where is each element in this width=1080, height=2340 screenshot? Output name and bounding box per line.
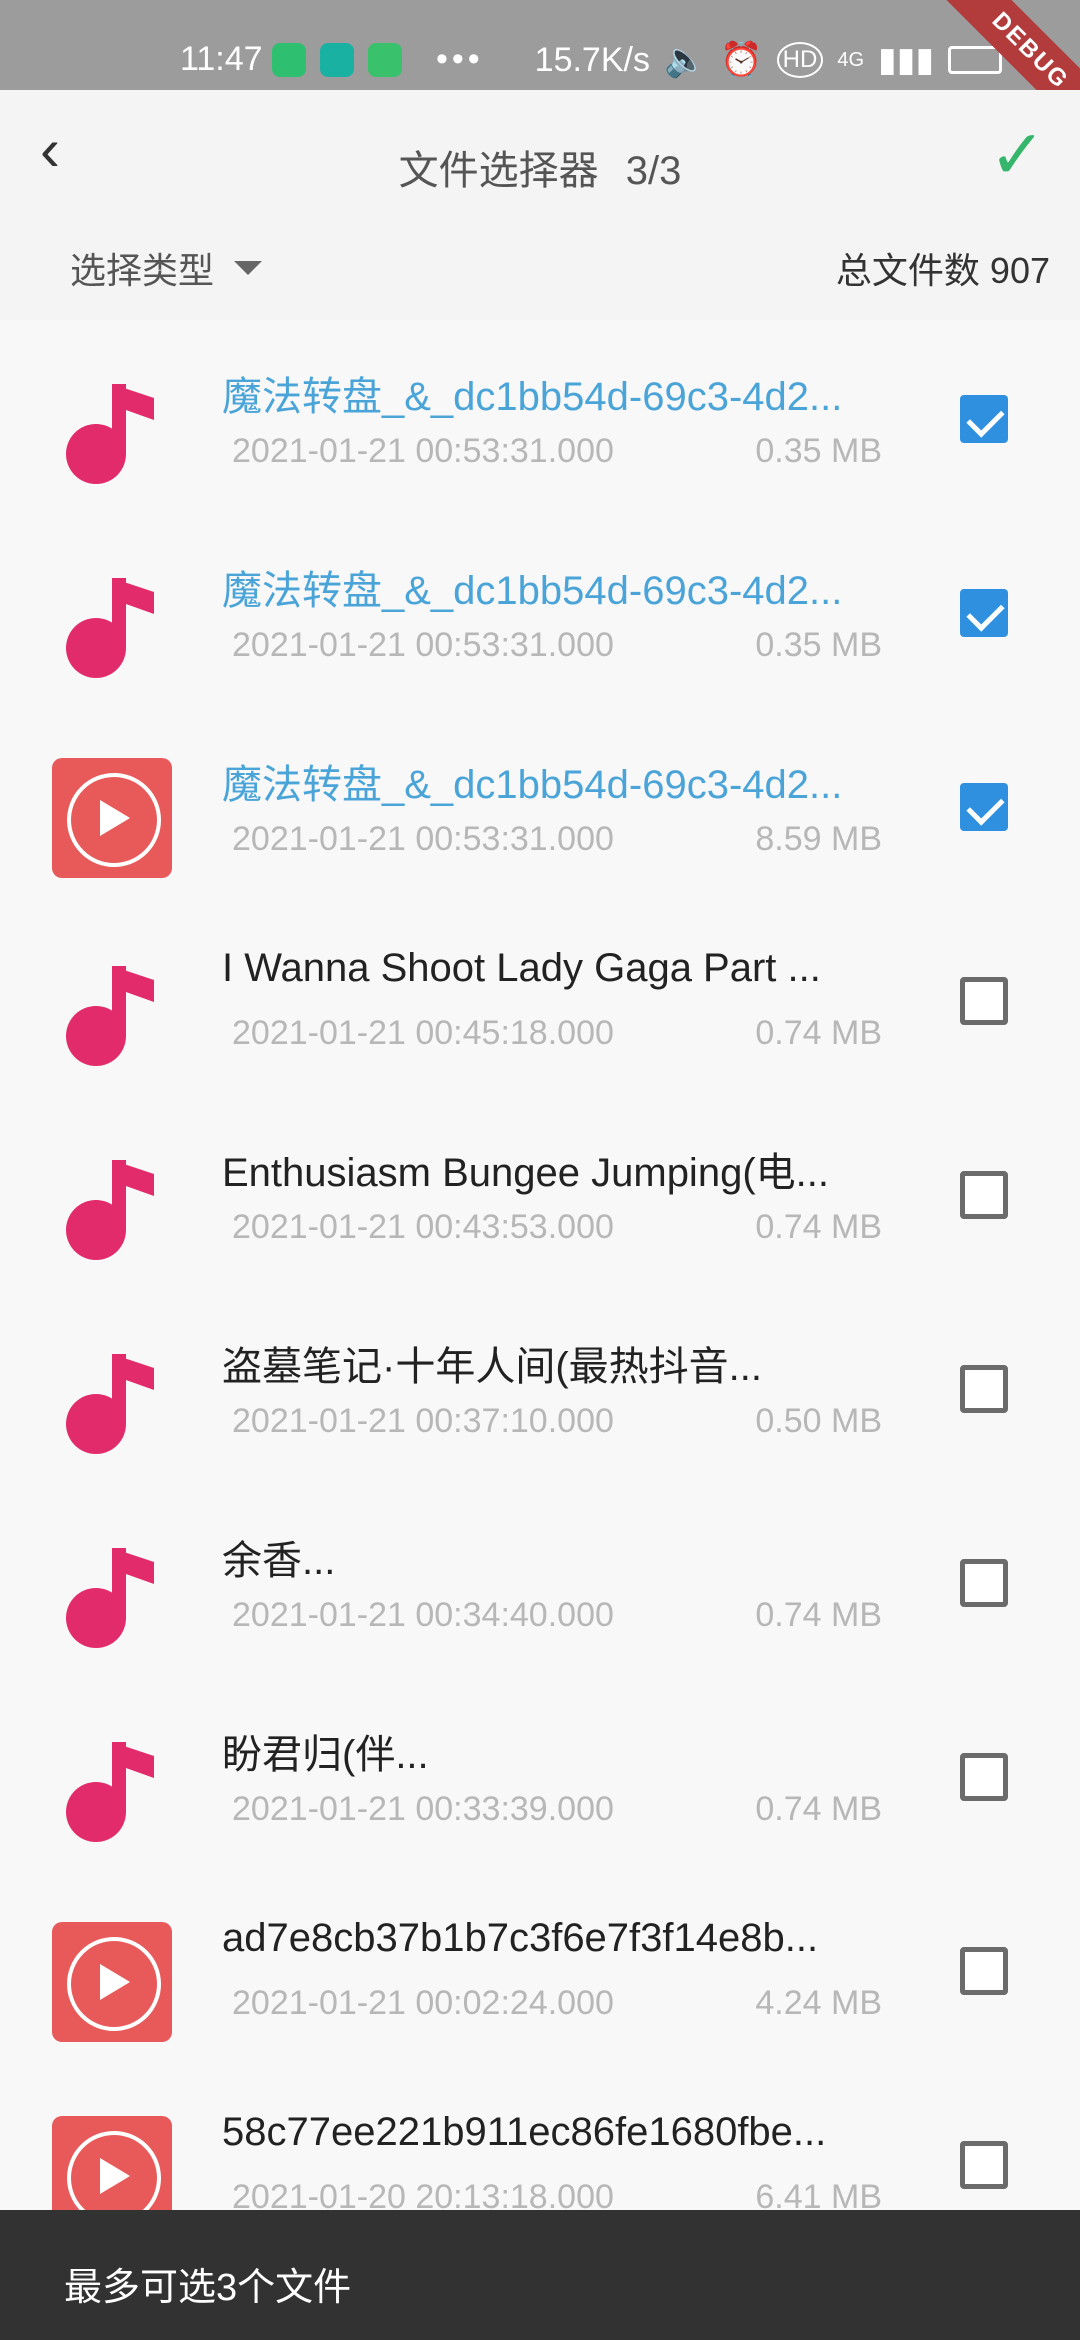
list-item[interactable]: 盗墓笔记·十年人间(最热抖音... 2021-01-21 00:37:10.000… <box>0 1290 1080 1484</box>
volume-icon: 🔈 <box>663 41 707 79</box>
file-date: 2021-01-21 00:37:10.000 <box>232 1402 614 1440</box>
page-title: 文件选择器 3/3 <box>0 138 1080 196</box>
status-right: 15.7K/s 🔈 ⏰ HD 4G ▮▮▮ 53 <box>535 40 1054 80</box>
file-size: 0.35 MB <box>755 626 882 664</box>
network-type: 4G <box>837 48 865 71</box>
file-checkbox[interactable] <box>960 1365 1008 1413</box>
file-date: 2021-01-21 00:45:18.000 <box>232 1014 614 1052</box>
selection-count: 3/3 <box>625 149 682 193</box>
file-size: 0.50 MB <box>755 1402 882 1440</box>
alarm-icon: ⏰ <box>720 41 763 79</box>
file-date: 2021-01-21 00:43:53.000 <box>232 1208 614 1246</box>
total-label: 总文件数 <box>835 250 980 291</box>
file-size: 8.59 MB <box>755 820 882 858</box>
dropdown-caret-icon <box>234 261 263 275</box>
total-files: 总文件数 907 <box>836 242 1050 294</box>
file-date: 2021-01-21 00:33:39.000 <box>232 1790 614 1828</box>
file-date: 2021-01-21 00:53:31.000 <box>232 626 614 664</box>
music-note-icon <box>52 370 172 490</box>
video-play-icon <box>52 758 172 878</box>
video-play-icon <box>52 1922 172 2042</box>
filter-bar: 选择类型 总文件数 907 <box>0 230 1080 320</box>
file-checkbox[interactable] <box>960 589 1008 637</box>
music-note-icon <box>52 1340 172 1460</box>
list-item[interactable]: I Wanna Shoot Lady Gaga Part ... 2021-01-… <box>0 902 1080 1096</box>
music-note-icon <box>52 952 172 1072</box>
home-app-icon <box>368 42 402 77</box>
file-name: I Wanna Shoot Lady Gaga Part ... <box>222 946 821 990</box>
file-size: 0.35 MB <box>755 432 882 470</box>
file-checkbox[interactable] <box>960 1947 1008 1995</box>
list-item[interactable]: 58c77ee221b911ec86fe1680fbe... 2021-01-20… <box>0 2066 1080 2210</box>
file-checkbox[interactable] <box>960 977 1008 1025</box>
music-note-icon <box>52 1534 172 1654</box>
file-name: 盗墓笔记·十年人间(最热抖音... <box>222 1345 762 1389</box>
file-list[interactable]: 魔法转盘_&_dc1bb54d-69c3-4d2... 2021-01-21 00… <box>0 320 1080 2210</box>
list-item[interactable]: ad7e8cb37b1b7c3f6e7f3f14e8b... 2021-01-21… <box>0 1872 1080 2066</box>
total-count: 907 <box>989 250 1050 291</box>
play-triangle <box>100 1964 130 2000</box>
snackbar-message: 最多可选3个文件 <box>64 2267 352 2309</box>
list-item[interactable]: 魔法转盘_&_dc1bb54d-69c3-4d2... 2021-01-21 00… <box>0 320 1080 514</box>
file-checkbox[interactable] <box>960 395 1008 443</box>
music-note-icon <box>52 1146 172 1266</box>
net-speed: 15.7K/s <box>534 40 650 79</box>
app-bar: ‹ 文件选择器 3/3 ✓ <box>0 90 1080 230</box>
signal-icon: ▮▮▮ <box>878 41 935 79</box>
music-note-icon <box>52 564 172 684</box>
file-size: 0.74 MB <box>755 1208 882 1246</box>
android-app-icon <box>320 42 354 77</box>
battery-icon <box>948 46 1003 74</box>
video-play-icon <box>52 2116 172 2210</box>
hd-icon: HD <box>776 42 824 78</box>
file-checkbox[interactable] <box>960 783 1008 831</box>
file-checkbox[interactable] <box>960 1753 1008 1801</box>
file-name: ad7e8cb37b1b7c3f6e7f3f14e8b... <box>222 1916 819 1960</box>
list-item[interactable]: 魔法转盘_&_dc1bb54d-69c3-4d2... 2021-01-21 00… <box>0 514 1080 708</box>
file-date: 2021-01-21 00:02:24.000 <box>232 1984 614 2022</box>
file-size: 6.41 MB <box>755 2178 882 2210</box>
file-name: 魔法转盘_&_dc1bb54d-69c3-4d2... <box>222 763 843 807</box>
snackbar: 最多可选3个文件 <box>0 2210 1080 2340</box>
list-item[interactable]: 魔法转盘_&_dc1bb54d-69c3-4d2... 2021-01-21 00… <box>0 708 1080 902</box>
status-time: 11:47 <box>180 40 263 78</box>
list-item[interactable]: 余香... 2021-01-21 00:34:40.000 0.74 MB <box>0 1484 1080 1678</box>
file-name: 盼君归(伴... <box>222 1733 429 1777</box>
file-checkbox[interactable] <box>960 1559 1008 1607</box>
shield-app-icon <box>272 42 306 77</box>
file-date: 2021-01-21 00:53:31.000 <box>232 432 614 470</box>
file-name: 58c77ee221b911ec86fe1680fbe... <box>222 2110 827 2154</box>
list-item[interactable]: 盼君归(伴... 2021-01-21 00:33:39.000 0.74 MB <box>0 1678 1080 1872</box>
status-bar: 11:47 ••• 15.7K/s 🔈 ⏰ HD 4G ▮▮▮ 53 DEBUG <box>0 0 1080 146</box>
file-checkbox[interactable] <box>960 1171 1008 1219</box>
play-triangle <box>100 2158 130 2194</box>
file-size: 0.74 MB <box>755 1596 882 1634</box>
more-notifications-icon: ••• <box>436 40 484 78</box>
music-note-icon <box>52 1728 172 1848</box>
type-label: 选择类型 <box>70 250 215 291</box>
title-text: 文件选择器 <box>398 149 599 193</box>
file-name: 魔法转盘_&_dc1bb54d-69c3-4d2... <box>222 569 843 613</box>
file-checkbox[interactable] <box>960 2141 1008 2189</box>
file-size: 4.24 MB <box>755 1984 882 2022</box>
type-selector[interactable]: 选择类型 <box>70 242 263 294</box>
play-triangle <box>100 800 130 836</box>
file-size: 0.74 MB <box>755 1790 882 1828</box>
file-name: Enthusiasm Bungee Jumping(电... <box>222 1151 829 1195</box>
file-date: 2021-01-21 00:34:40.000 <box>232 1596 614 1634</box>
file-name: 魔法转盘_&_dc1bb54d-69c3-4d2... <box>222 375 843 419</box>
list-item[interactable]: Enthusiasm Bungee Jumping(电... 2021-01-21… <box>0 1096 1080 1290</box>
file-date: 2021-01-21 00:53:31.000 <box>232 820 614 858</box>
file-name: 余香... <box>222 1539 336 1583</box>
status-app-icons: ••• <box>272 40 484 79</box>
file-date: 2021-01-20 20:13:18.000 <box>232 2178 614 2210</box>
check-icon[interactable]: ✓ <box>989 116 1046 195</box>
file-size: 0.74 MB <box>755 1014 882 1052</box>
